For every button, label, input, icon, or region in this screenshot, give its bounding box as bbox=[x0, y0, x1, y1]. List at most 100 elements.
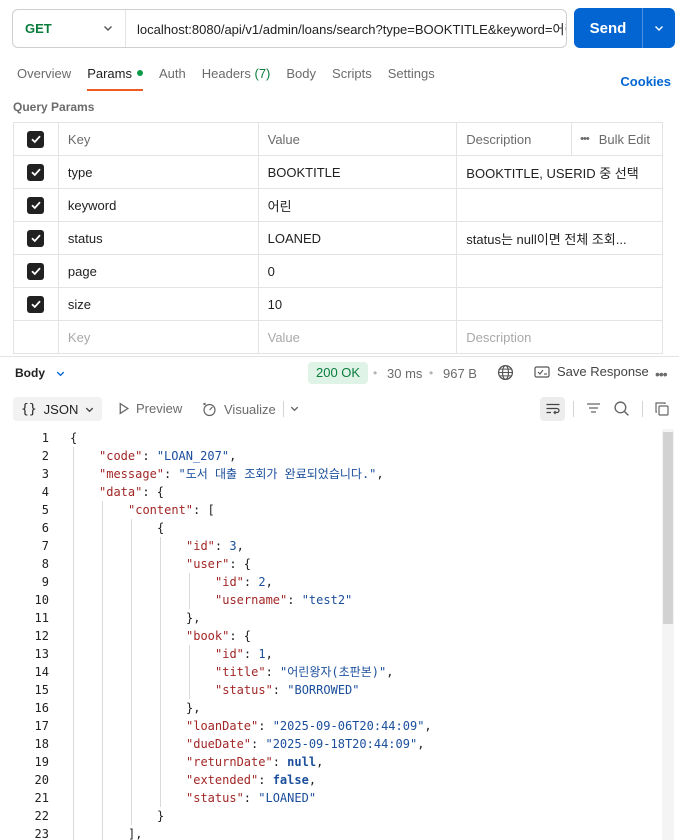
param-key[interactable]: keyword bbox=[59, 189, 259, 221]
code-text: }, bbox=[186, 609, 200, 627]
indent-guide bbox=[131, 645, 132, 663]
globe-icon[interactable] bbox=[497, 364, 514, 381]
json-key: "extended" bbox=[186, 773, 259, 787]
send-button[interactable]: Send bbox=[574, 8, 675, 48]
indent-guide bbox=[73, 627, 74, 645]
param-value[interactable]: 어린 bbox=[259, 189, 458, 221]
more-icon[interactable]: ••• bbox=[655, 366, 668, 382]
indent-guide bbox=[160, 555, 161, 573]
query-params-title: Query Params bbox=[13, 100, 95, 114]
tab-scripts[interactable]: Scripts bbox=[332, 66, 372, 90]
indent-guide bbox=[131, 555, 132, 573]
indent-guide bbox=[102, 807, 103, 825]
chevron-down-icon[interactable] bbox=[289, 403, 300, 414]
new-description-input[interactable]: Description bbox=[457, 321, 663, 353]
json-punctuation: : bbox=[214, 539, 230, 553]
line-number: 19 bbox=[34, 755, 49, 769]
format-dropdown[interactable]: {} JSON bbox=[13, 397, 103, 421]
code-line: 1{ bbox=[0, 429, 662, 447]
status-badge[interactable]: 200 OK bbox=[308, 362, 369, 384]
send-options-button[interactable] bbox=[643, 22, 675, 34]
search-icon[interactable] bbox=[613, 400, 630, 417]
param-checkbox[interactable] bbox=[27, 196, 45, 214]
chevron-down-icon bbox=[56, 371, 65, 376]
indent-guide bbox=[160, 537, 161, 555]
params-header-row: Key Value Description ••• Bulk Edit bbox=[14, 123, 663, 156]
save-response-button[interactable]: Save Response bbox=[534, 364, 649, 379]
filter-icon[interactable] bbox=[585, 401, 602, 417]
param-value[interactable]: 0 bbox=[259, 255, 458, 287]
param-description[interactable] bbox=[457, 255, 663, 287]
preview-button[interactable]: Preview bbox=[117, 401, 182, 416]
url-input[interactable]: localhost:8080/api/v1/admin/loans/search… bbox=[126, 19, 566, 38]
select-all-checkbox[interactable] bbox=[27, 130, 45, 148]
code-line: 18 "dueDate": "2025-09-18T20:44:09", bbox=[0, 735, 662, 753]
param-checkbox[interactable] bbox=[27, 262, 45, 280]
indent-guide bbox=[189, 591, 190, 609]
params-table: Key Value Description ••• Bulk Edit type … bbox=[13, 122, 663, 354]
param-key[interactable]: type bbox=[59, 156, 259, 188]
line-number: 21 bbox=[34, 791, 49, 805]
cookies-link[interactable]: Cookies bbox=[620, 74, 671, 89]
indent-guide bbox=[73, 483, 74, 501]
param-key[interactable]: size bbox=[59, 288, 259, 320]
indent-guide bbox=[160, 645, 161, 663]
param-checkbox[interactable] bbox=[27, 163, 45, 181]
json-value: "2025-09-18T20:44:09" bbox=[265, 737, 418, 751]
line-number: 17 bbox=[34, 719, 49, 733]
param-value[interactable]: LOANED bbox=[259, 222, 458, 254]
param-key[interactable]: status bbox=[59, 222, 259, 254]
tab-body[interactable]: Body bbox=[286, 66, 316, 90]
line-number: 2 bbox=[41, 449, 49, 463]
param-value[interactable]: 10 bbox=[259, 288, 458, 320]
tab-auth[interactable]: Auth bbox=[159, 66, 186, 90]
indent-guide bbox=[73, 447, 74, 465]
json-value: 3 bbox=[229, 539, 237, 553]
json-punctuation: , bbox=[236, 539, 244, 553]
param-checkbox[interactable] bbox=[27, 295, 45, 313]
method-select[interactable]: GET bbox=[13, 10, 126, 47]
wrap-lines-button[interactable] bbox=[540, 397, 565, 421]
response-time[interactable]: 30 ms bbox=[387, 366, 422, 381]
new-value-input[interactable]: Value bbox=[259, 321, 458, 353]
param-row: keyword 어린 bbox=[14, 189, 663, 222]
param-checkbox[interactable] bbox=[27, 229, 45, 247]
bulk-edit-button[interactable]: ••• Bulk Edit bbox=[571, 123, 650, 155]
code-line: 21 "status": "LOANED" bbox=[0, 789, 662, 807]
tab-settings[interactable]: Settings bbox=[388, 66, 435, 90]
param-description[interactable]: BOOKTITLE, USERID 중 선택 bbox=[457, 156, 663, 188]
indent-guide bbox=[160, 663, 161, 681]
scrollbar-thumb[interactable] bbox=[663, 432, 673, 624]
indent-guide bbox=[102, 609, 103, 627]
response-code-editor[interactable]: 1{2 "code": "LOAN_207", 3 "message": "도서 대출… bbox=[0, 429, 662, 840]
json-punctuation: : bbox=[287, 593, 302, 607]
copy-icon[interactable] bbox=[654, 401, 670, 417]
code-line: 13 "id": 1, bbox=[0, 645, 662, 663]
tab-headers[interactable]: Headers (7) bbox=[202, 66, 271, 90]
indent-guide bbox=[73, 609, 74, 627]
indent-guide bbox=[102, 681, 103, 699]
tab-overview[interactable]: Overview bbox=[17, 66, 71, 90]
param-description[interactable] bbox=[457, 189, 663, 221]
param-row: size 10 bbox=[14, 288, 663, 321]
code-line: 11}, bbox=[0, 609, 662, 627]
param-key[interactable]: page bbox=[59, 255, 259, 287]
indent-guide bbox=[102, 627, 103, 645]
indent-guide bbox=[160, 699, 161, 717]
code-line: 10 "username": "test2" bbox=[0, 591, 662, 609]
code-text: "title": "어린왕자(초판본)", bbox=[215, 663, 393, 681]
json-key: "data" bbox=[99, 485, 143, 499]
code-text: "message": "도서 대출 조회가 완료되었습니다.", bbox=[99, 465, 384, 483]
param-description[interactable] bbox=[457, 288, 663, 320]
response-size[interactable]: 967 B bbox=[443, 366, 477, 381]
param-description[interactable]: status는 null이면 전체 조회... bbox=[457, 222, 663, 254]
new-key-input[interactable]: Key bbox=[59, 321, 259, 353]
panel-divider[interactable] bbox=[0, 356, 679, 357]
indent-guide bbox=[102, 555, 103, 573]
line-number: 9 bbox=[41, 575, 49, 589]
tab-params[interactable]: Params bbox=[87, 66, 143, 91]
response-body-dropdown[interactable]: Body bbox=[15, 366, 66, 380]
visualize-button[interactable]: Visualize bbox=[201, 401, 276, 417]
play-icon bbox=[119, 402, 130, 415]
param-value[interactable]: BOOKTITLE bbox=[259, 156, 458, 188]
